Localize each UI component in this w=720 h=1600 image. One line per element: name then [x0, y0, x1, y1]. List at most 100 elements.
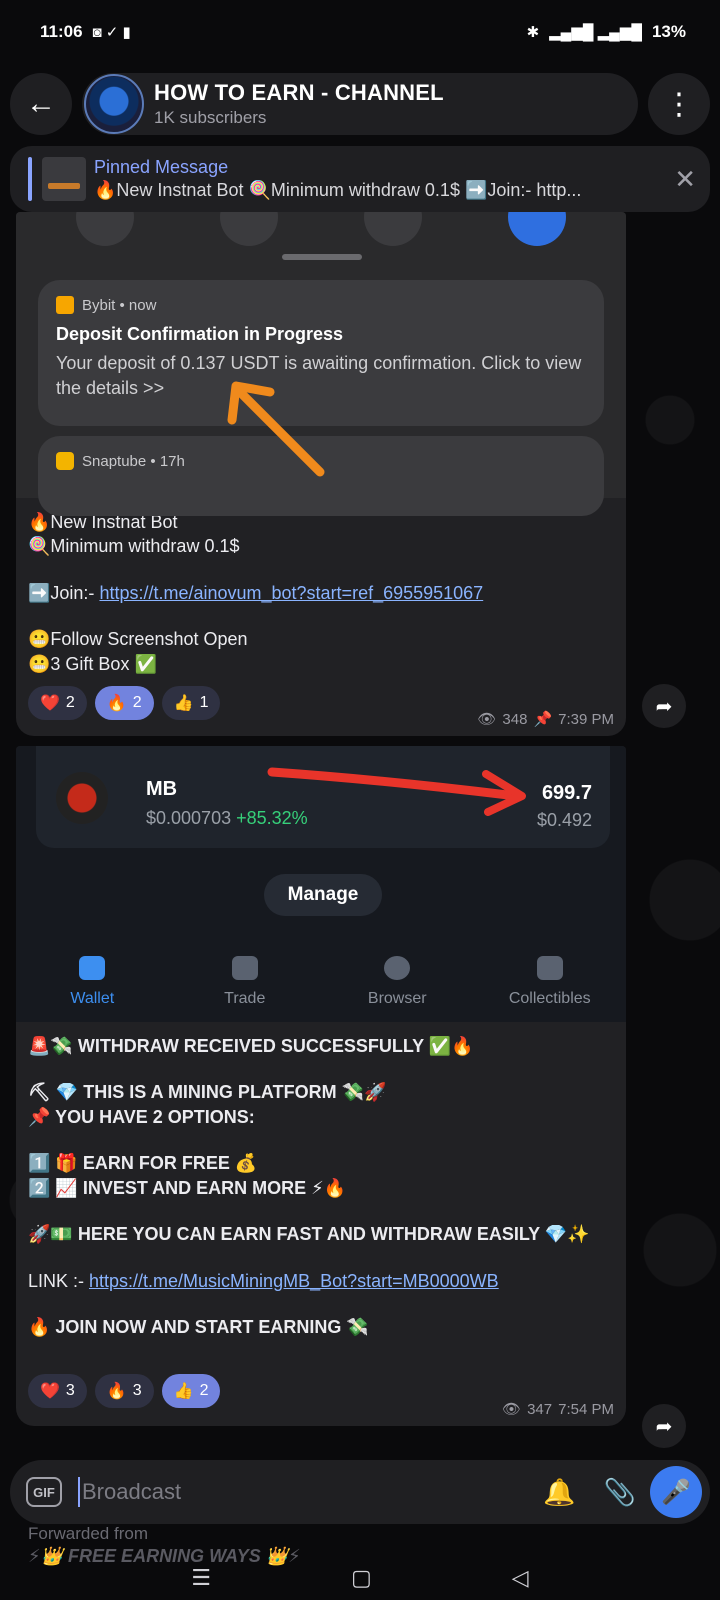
menu-icon[interactable]: ☰: [191, 1565, 211, 1591]
message-meta: 👁 347 7:54 PM: [502, 1400, 614, 1419]
system-nav-bar: ☰ ▢ ◁: [0, 1556, 720, 1600]
message-line: 📌 YOU HAVE 2 OPTIONS:: [28, 1106, 255, 1127]
message-line: 🔥 JOIN NOW AND START EARNING 💸: [28, 1317, 369, 1338]
home-icon[interactable]: ▢: [351, 1565, 372, 1591]
message-line: 2️⃣ 📈 INVEST AND EARN MORE ⚡🔥: [28, 1177, 347, 1198]
join-label: ➡️Join:-: [28, 582, 100, 603]
view-count: 347: [527, 1400, 553, 1418]
reaction-heart[interactable]: ❤️ 3: [28, 1374, 87, 1408]
pinned-text: 🔥New Instnat Bot 🍭Minimum withdraw 0.1$ …: [94, 180, 582, 200]
token-logo-icon: [56, 772, 108, 824]
message-bubble[interactable]: Bybit • now Deposit Confirmation in Prog…: [16, 212, 626, 736]
message-line: ⛏ 💎 THIS IS A MINING PLATFORM 💸🚀: [28, 1082, 387, 1103]
microphone-button[interactable]: 🎤: [650, 1466, 702, 1518]
subscriber-count: 1K subscribers: [154, 108, 267, 127]
bot-link[interactable]: https://t.me/ainovum_bot?start=ref_69559…: [99, 583, 483, 603]
quick-setting-icon: [76, 212, 134, 246]
message-line: 😬3 Gift Box ✅: [28, 653, 157, 674]
share-button[interactable]: ➦: [642, 684, 686, 728]
quick-setting-icon: [220, 212, 278, 246]
gif-button[interactable]: GIF: [26, 1477, 62, 1507]
drag-handle: [282, 254, 362, 260]
paperclip-icon[interactable]: 📎: [604, 1477, 636, 1508]
more-vertical-icon: ⋮: [664, 87, 694, 121]
status-bar: 11:06 ◙ ✓ ▮ ✱ ▂▄▆█ ▂▄▆█ 13%: [0, 0, 720, 64]
notification-icons: ◙ ✓ ▮: [92, 24, 131, 41]
more-button[interactable]: ⋮: [648, 73, 710, 135]
notification-title: Deposit Confirmation in Progress: [56, 324, 344, 344]
message-text: 🚨💸 WITHDRAW RECEIVED SUCCESSFULLY ✅🔥 ⛏ 💎…: [16, 1022, 626, 1340]
reaction-fire[interactable]: 🔥 2: [94, 686, 154, 720]
microphone-icon: 🎤: [661, 1478, 691, 1506]
message-input[interactable]: Broadcast: [82, 1479, 529, 1505]
wallet-icon: [79, 956, 106, 980]
manage-button: Manage: [264, 874, 382, 916]
reactions-bar: ❤️ 3 🔥 3 👍 2: [28, 1374, 221, 1408]
signal-icon: ▂▄▆█ ▂▄▆█: [549, 24, 642, 41]
message-line: 🍭Minimum withdraw 0.1$: [28, 536, 240, 557]
token-amount: 699.7: [541, 782, 592, 804]
channel-title: HOW TO EARN - CHANNEL: [154, 80, 444, 105]
eye-icon: 👁: [502, 1401, 522, 1418]
tab-collectibles: Collectibles: [474, 942, 627, 1022]
tab-wallet: Wallet: [16, 942, 169, 1022]
back-button[interactable]: ←: [10, 73, 72, 135]
pin-indicator: [28, 157, 32, 201]
back-icon[interactable]: ◁: [512, 1565, 529, 1591]
message-time: 7:39 PM: [558, 710, 614, 728]
quick-setting-icon: [508, 212, 566, 246]
eye-icon: 👁: [477, 711, 497, 728]
message-text: 🔥New Instnat Bot 🍭Minimum withdraw 0.1$ …: [16, 498, 626, 676]
quick-setting-icon: [364, 212, 422, 246]
token-name: MB: [146, 778, 178, 800]
reaction-thumbs-up[interactable]: 👍 2: [161, 1374, 221, 1408]
forward-icon: ➦: [655, 695, 673, 718]
view-count: 348: [502, 710, 528, 728]
message-line: 🚨💸 WITHDRAW RECEIVED SUCCESSFULLY ✅🔥: [28, 1036, 474, 1056]
link-label: LINK :-: [28, 1270, 90, 1291]
notification-app: Snaptube • 17h: [82, 452, 185, 470]
message-time: 7:54 PM: [558, 1400, 614, 1418]
message-line: 😬Follow Screenshot Open: [28, 629, 248, 650]
token-value: $0.492: [536, 810, 592, 830]
pin-icon: 📌: [533, 711, 553, 728]
share-button[interactable]: ➦: [642, 1404, 686, 1448]
pinned-thumbnail: [42, 157, 86, 201]
text-caret: [78, 1477, 80, 1507]
close-icon[interactable]: ✕: [674, 164, 696, 195]
clock: 11:06: [40, 22, 83, 41]
notification-app: Bybit • now: [82, 296, 157, 314]
message-meta: 👁 348 📌 7:39 PM: [477, 710, 614, 729]
message-bubble[interactable]: MB $0.000703 +85.32% 699.7 $0.492 Manage…: [16, 746, 626, 1426]
bluetooth-icon: ✱: [526, 24, 540, 41]
message-line: 🚀💵 HERE YOU CAN EARN FAST AND WITHDRAW E…: [28, 1224, 590, 1245]
pinned-message-bar[interactable]: Pinned Message 🔥New Instnat Bot 🍭Minimum…: [10, 146, 710, 212]
tab-trade: Trade: [169, 942, 322, 1022]
token-row: MB $0.000703 +85.32% 699.7 $0.492: [36, 746, 610, 848]
chat-header: ← HOW TO EARN - CHANNEL 1K subscribers ⋮: [10, 72, 710, 136]
channel-avatar[interactable]: [84, 74, 144, 134]
trend-icon: [231, 956, 258, 980]
snaptube-logo-icon: [56, 452, 74, 470]
red-arrow-icon: [267, 767, 526, 816]
reaction-heart[interactable]: ❤️ 2: [28, 686, 87, 720]
message-line: 1️⃣ 🎁 EARN FOR FREE 💰: [28, 1153, 258, 1174]
tab-browser: Browser: [321, 942, 474, 1022]
bell-icon[interactable]: 🔔: [543, 1477, 575, 1508]
message-image[interactable]: MB $0.000703 +85.32% 699.7 $0.492 Manage…: [16, 746, 626, 1022]
arrow-left-icon: ←: [26, 87, 56, 120]
forward-icon: ➦: [655, 1415, 673, 1438]
bot-link[interactable]: https://t.me/MusicMiningMB_Bot?start=MB0…: [89, 1271, 499, 1291]
forwarded-label: Forwarded from: [28, 1524, 148, 1543]
pinned-label: Pinned Message: [94, 157, 229, 177]
orange-arrow-icon: [227, 381, 325, 477]
compass-icon: [384, 956, 411, 980]
bybit-logo-icon: [56, 296, 74, 314]
reaction-fire[interactable]: 🔥 3: [94, 1374, 154, 1408]
composer-bar: GIF Broadcast 🔔 📎 🎤: [10, 1460, 710, 1524]
reaction-thumbs-up[interactable]: 👍 1: [161, 686, 221, 720]
wallet-tab-bar: Wallet Trade Browser Collectibles: [16, 942, 626, 1022]
star-icon: [536, 956, 563, 980]
message-image[interactable]: Bybit • now Deposit Confirmation in Prog…: [16, 212, 626, 516]
channel-info[interactable]: HOW TO EARN - CHANNEL 1K subscribers: [82, 73, 638, 135]
